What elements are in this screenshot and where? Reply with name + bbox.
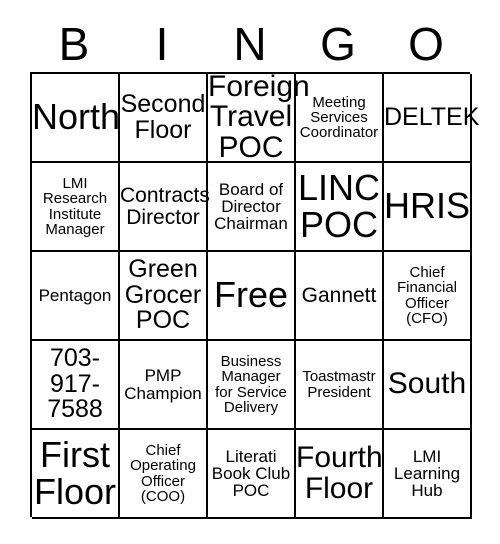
bingo-cell-o5[interactable]: LMI Learning Hub	[384, 430, 472, 519]
bingo-cell-b2[interactable]: LMI Research Institute Manager	[32, 163, 120, 252]
bingo-cell-o2[interactable]: HRIS	[384, 163, 472, 252]
bingo-cell-i3[interactable]: Green Grocer POC	[120, 252, 208, 341]
bingo-cell-o1[interactable]: DELTEK	[384, 74, 480, 163]
bingo-cell-n4[interactable]: Business Manager for Service Delivery	[208, 341, 296, 430]
bingo-cell-label: North	[32, 96, 121, 138]
bingo-cell-n1[interactable]: Foreign Travel POC	[208, 69, 310, 164]
bingo-cell-label: DELTEK	[384, 102, 480, 131]
bingo-cell-label: Chief Operating Officer (COO)	[130, 441, 196, 505]
bingo-cell-i2[interactable]: Contracts Director	[120, 163, 210, 252]
bingo-cell-n5[interactable]: Literati Book Club POC	[208, 430, 296, 519]
bingo-cell-label: LMI Research Institute Manager	[42, 174, 108, 238]
bingo-cell-g5[interactable]: Fourth Floor	[296, 430, 384, 519]
bingo-cell-label: South	[387, 367, 467, 401]
bingo-header-letter-i: I	[155, 18, 169, 70]
bingo-header-letter-g: G	[320, 18, 356, 70]
bingo-cell-label: Green Grocer POC	[124, 255, 202, 335]
bingo-header-letter-b: B	[58, 18, 90, 70]
bingo-cell-label: HRIS	[384, 185, 471, 227]
bingo-cell-g4[interactable]: Toastmastr President	[296, 341, 384, 430]
bingo-cell-label: First Floor	[33, 433, 117, 512]
bingo-header-row: B I N G O	[30, 16, 470, 72]
bingo-cell-label-free: Free	[213, 274, 289, 316]
bingo-cell-b3[interactable]: Pentagon	[32, 252, 120, 341]
bingo-cell-label: Gannett	[301, 283, 377, 307]
bingo-cell-label: Contracts Director	[120, 184, 210, 229]
bingo-cell-label: LINC POC	[297, 166, 381, 245]
bingo-cell-n3-free[interactable]: Free	[208, 252, 296, 341]
bingo-cell-label: LMI Learning Hub	[393, 446, 461, 501]
bingo-cell-i1[interactable]: Second Floor	[120, 74, 208, 163]
bingo-cell-o3[interactable]: Chief Financial Officer (CFO)	[384, 252, 472, 341]
bingo-cell-label: Chief Financial Officer (CFO)	[396, 263, 458, 327]
bingo-cell-n2[interactable]: Board of Director Chairman	[208, 163, 296, 252]
bingo-header-letter-o: O	[408, 18, 444, 70]
bingo-cell-o4[interactable]: South	[384, 341, 472, 430]
bingo-cell-label: Fourth Floor	[296, 440, 383, 505]
bingo-header-letter-n: N	[233, 18, 267, 70]
bingo-cell-label: Meeting Services Coordinator	[299, 93, 379, 142]
bingo-cell-g2[interactable]: LINC POC	[296, 163, 384, 252]
bingo-cell-i4[interactable]: PMP Champion	[120, 341, 208, 430]
bingo-cell-label: Board of Director Chairman	[214, 179, 288, 234]
bingo-cell-b4[interactable]: 703- 917- 7588	[32, 341, 120, 430]
bingo-cell-b1[interactable]: North	[32, 74, 120, 163]
bingo-cell-b5[interactable]: First Floor	[32, 430, 120, 519]
bingo-cell-label: Toastmastr President	[302, 368, 376, 401]
bingo-cell-label: Business Manager for Service Delivery	[215, 352, 287, 416]
bingo-cell-label: Pentagon	[38, 285, 112, 305]
bingo-cell-label: Literati Book Club POC	[211, 446, 291, 501]
bingo-cell-label: 703- 917- 7588	[47, 344, 103, 424]
bingo-cell-label: Second Floor	[120, 90, 206, 144]
bingo-cell-label: Foreign Travel POC	[208, 69, 310, 164]
bingo-grid: North Second Floor Foreign Travel POC Me…	[30, 69, 480, 519]
bingo-cell-i5[interactable]: Chief Operating Officer (COO)	[120, 430, 208, 519]
bingo-card: B I N G O North Second Floor Foreign Tra…	[0, 0, 500, 544]
bingo-cell-label: PMP Champion	[124, 366, 202, 403]
bingo-cell-g3[interactable]: Gannett	[296, 252, 384, 341]
